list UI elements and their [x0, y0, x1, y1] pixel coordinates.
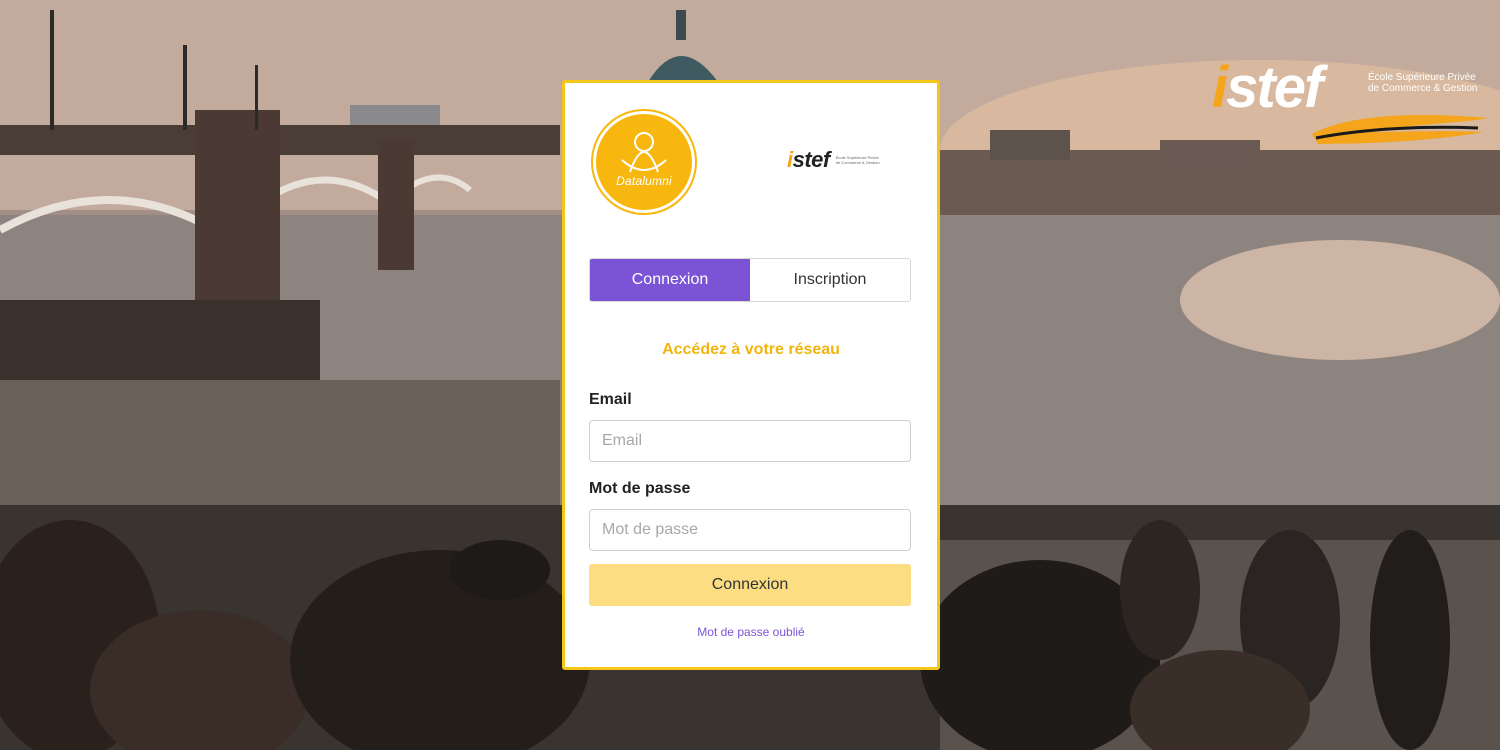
password-label: Mot de passe — [589, 480, 691, 497]
password-field[interactable] — [589, 509, 911, 551]
auth-tabs: Connexion Inscription — [589, 258, 911, 302]
istef-logo-tagline: École Supérieure Privée de Commerce & Ge… — [1368, 72, 1478, 94]
istef-partner-tagline: École Supérieure Privée de Commerce & Ge… — [835, 155, 880, 165]
tab-inscription[interactable]: Inscription — [750, 259, 910, 301]
istef-partner-wordmark: istef — [787, 147, 830, 172]
forgot-password-link[interactable]: Mot de passe oublié — [565, 625, 937, 639]
datalumni-logo: Datalumni — [593, 111, 695, 213]
istef-brand-logo: istef École Supérieure Privée de Commerc… — [1212, 58, 1492, 148]
istef-logo-wordmark: istef — [1212, 55, 1323, 120]
istef-partner-logo: istef École Supérieure Privée de Commerc… — [787, 149, 880, 171]
tab-connexion[interactable]: Connexion — [590, 259, 750, 301]
email-field[interactable] — [589, 420, 911, 462]
login-submit-button[interactable]: Connexion — [589, 564, 911, 606]
form-subtitle: Accédez à votre réseau — [662, 341, 840, 358]
datalumni-logo-text: Datalumni — [616, 174, 672, 188]
login-card: Datalumni istef École Supérieure Privée … — [562, 80, 940, 670]
email-label: Email — [589, 391, 632, 408]
brush-stroke-icon — [1312, 115, 1488, 144]
datalumni-emblem-icon — [621, 132, 667, 173]
